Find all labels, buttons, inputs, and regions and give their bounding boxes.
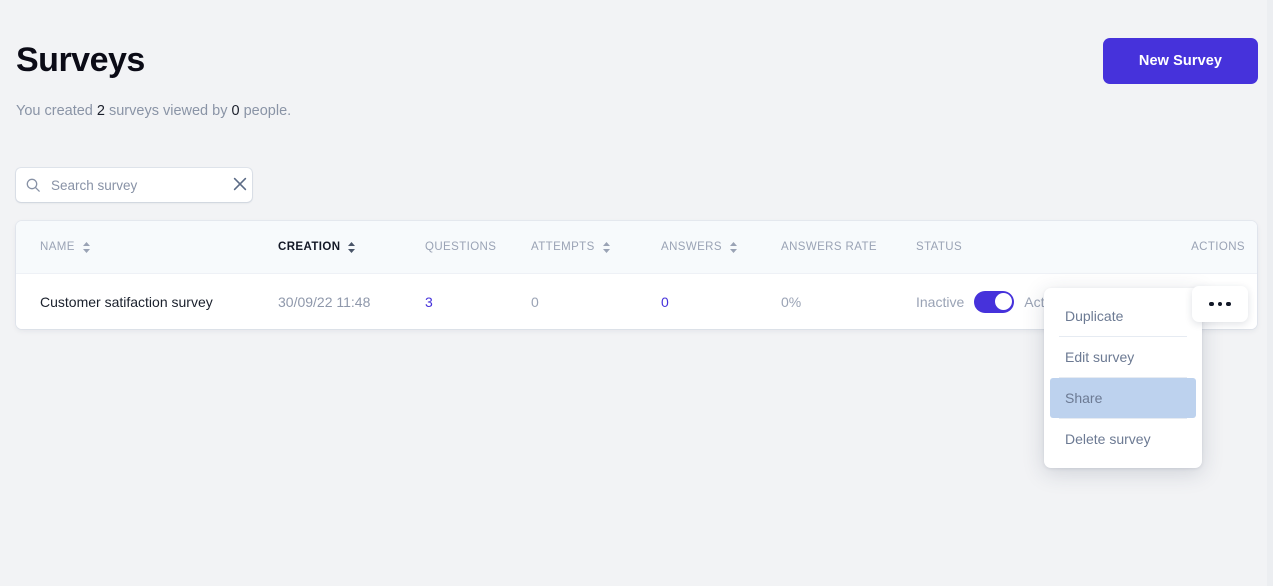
cell-name: Customer satifaction survey xyxy=(16,294,278,310)
survey-creation-date: 30/09/22 11:48 xyxy=(278,293,371,310)
column-header-attempts[interactable]: ATTEMPTS xyxy=(531,241,661,254)
cell-questions: 3 xyxy=(425,294,531,310)
search-clear-button[interactable] xyxy=(228,168,252,202)
cell-creation: 30/09/22 11:48 xyxy=(278,294,425,310)
column-label-actions: ACTIONS xyxy=(1191,241,1245,253)
sort-icon[interactable] xyxy=(347,241,356,254)
survey-answers-rate: 0% xyxy=(781,293,802,310)
cell-answers-rate: 0% xyxy=(781,294,916,310)
search-bar[interactable] xyxy=(16,168,252,202)
survey-answers-count[interactable]: 0 xyxy=(661,294,669,310)
search-input[interactable] xyxy=(51,168,228,202)
ellipsis-icon xyxy=(1209,301,1231,307)
column-label-answers-rate: ANSWERS RATE xyxy=(781,241,877,253)
column-header-status: STATUS xyxy=(916,241,1172,253)
column-label-name: NAME xyxy=(40,241,75,253)
people-count: 0 xyxy=(231,103,240,119)
new-survey-button[interactable]: New Survey xyxy=(1103,38,1258,84)
column-header-answers-rate: ANSWERS RATE xyxy=(781,241,916,253)
page-subtitle: You created 2 surveys viewed by 0 people… xyxy=(16,101,291,121)
subtitle-prefix: You created xyxy=(16,103,97,119)
column-label-status: STATUS xyxy=(916,241,963,253)
cell-attempts: 0 xyxy=(531,294,661,310)
close-icon xyxy=(233,177,247,194)
menu-item-edit-survey[interactable]: Edit survey xyxy=(1050,337,1196,377)
menu-item-duplicate[interactable]: Duplicate xyxy=(1050,296,1196,336)
table-header-row: NAME CREATION QUESTIONS ATTEMPTS ANSWERS… xyxy=(16,221,1257,274)
survey-name: Customer satifaction survey xyxy=(40,293,213,310)
subtitle-middle: surveys viewed by xyxy=(104,103,232,119)
column-header-answers[interactable]: ANSWERS xyxy=(661,241,781,254)
column-label-creation: CREATION xyxy=(278,241,341,253)
sort-icon[interactable] xyxy=(729,241,738,254)
page-title: Surveys xyxy=(16,41,145,79)
toggle-knob xyxy=(994,293,1012,310)
row-actions-button[interactable] xyxy=(1192,286,1248,322)
column-label-attempts: ATTEMPTS xyxy=(531,241,595,253)
menu-item-delete-survey[interactable]: Delete survey xyxy=(1050,419,1196,459)
survey-questions-count[interactable]: 3 xyxy=(425,294,433,310)
page-scrollbar[interactable] xyxy=(1267,0,1273,586)
column-label-answers: ANSWERS xyxy=(661,241,722,253)
status-toggle[interactable] xyxy=(974,290,1015,313)
search-icon xyxy=(25,177,41,193)
column-header-actions: ACTIONS xyxy=(1172,241,1257,253)
status-inactive-label: Inactive xyxy=(916,293,965,310)
subtitle-suffix: people. xyxy=(239,103,292,119)
actions-dropdown-menu[interactable]: Duplicate Edit survey Share Delete surve… xyxy=(1044,288,1202,468)
page-header: Surveys You created 2 surveys viewed by … xyxy=(0,0,1273,140)
sort-icon[interactable] xyxy=(82,241,91,254)
menu-item-share[interactable]: Share xyxy=(1050,378,1196,418)
column-header-creation[interactable]: CREATION xyxy=(278,241,425,254)
cell-answers: 0 xyxy=(661,294,781,310)
column-header-questions: QUESTIONS xyxy=(425,241,531,253)
survey-attempts-count: 0 xyxy=(531,293,539,310)
survey-count: 2 xyxy=(96,103,105,119)
column-header-name[interactable]: NAME xyxy=(16,241,278,254)
sort-icon[interactable] xyxy=(602,241,611,254)
column-label-questions: QUESTIONS xyxy=(425,241,497,253)
